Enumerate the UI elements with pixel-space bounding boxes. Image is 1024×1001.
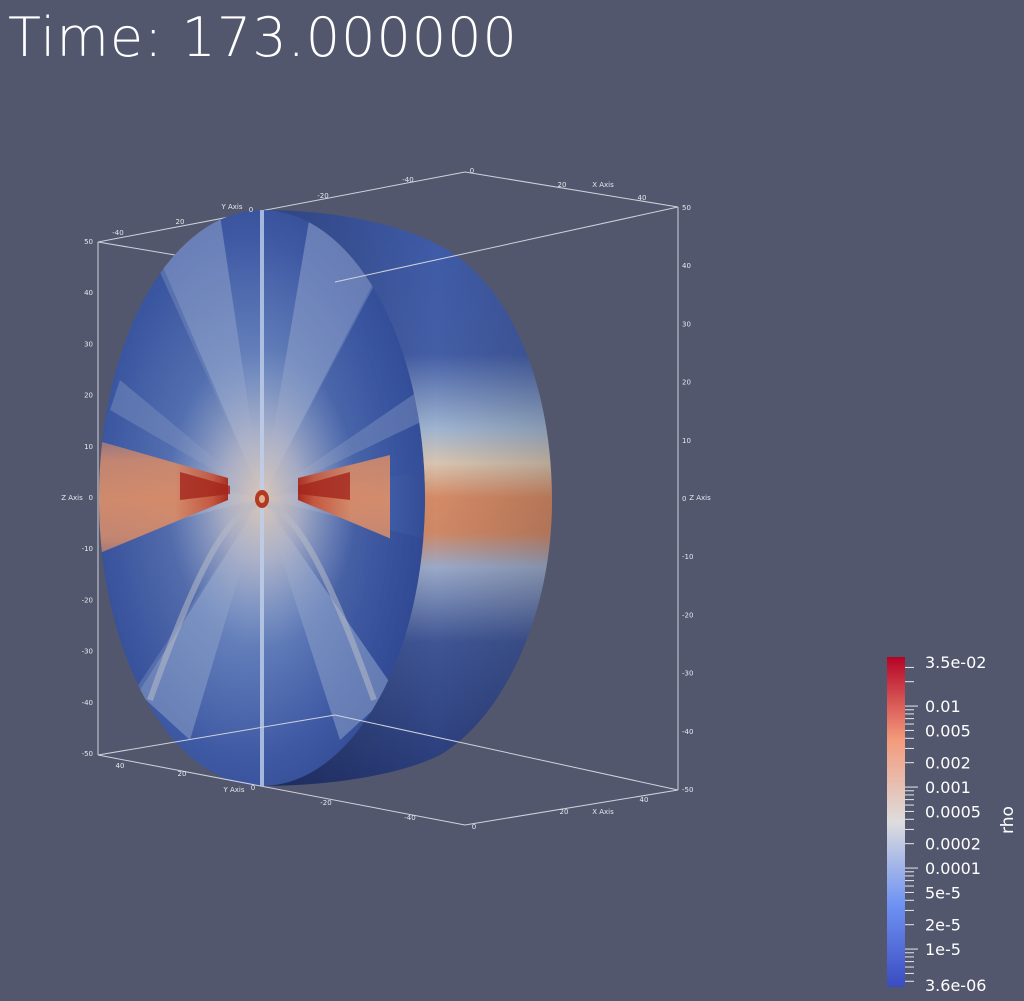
top-tick: 20	[176, 218, 185, 226]
top-tick: 0	[470, 167, 474, 175]
top-tick: 20	[558, 181, 567, 189]
bottom-tick: 0	[472, 823, 476, 831]
y-axis-title: Y Axis	[220, 203, 242, 211]
z-tick-left: 20	[84, 392, 93, 400]
colorbar-label: 2e-5	[925, 916, 961, 935]
colorbar-label: 0.01	[925, 697, 961, 716]
z-tick-right: 50	[682, 204, 691, 212]
z-axis-title-left: Z Axis	[61, 494, 83, 502]
colorbar-label: 0.005	[925, 721, 971, 740]
top-tick: 40	[638, 194, 647, 202]
colorbar-gradient	[887, 657, 905, 987]
bottom-tick: 40	[640, 796, 649, 804]
z-tick-left: -30	[82, 648, 93, 656]
z-tick-right: 0	[682, 495, 686, 503]
colorbar-label: 5e-5	[925, 883, 961, 902]
z-tick-right: -40	[682, 728, 693, 736]
colorbar: 3.5e-02 0.01 0.005 0.002 0.001 0.0005 0.0002 0.…	[887, 653, 1018, 995]
z-tick-right: 10	[682, 437, 691, 445]
bottom-tick: -20	[320, 799, 331, 807]
z-tick-left: 0	[89, 494, 93, 502]
z-axis-title-right: Z Axis	[689, 494, 711, 502]
z-tick-right: 20	[682, 379, 691, 387]
render-viewport[interactable]: 50 40 30 20 10 0 -10 -20 -30 -40 -50 50 40 30 20 10 0 -10…	[0, 0, 1024, 997]
y-axis-title-bottom: Y Axis	[222, 786, 244, 794]
z-tick-left: -40	[82, 699, 93, 707]
colorbar-label: 1e-5	[925, 940, 961, 959]
bottom-tick: 20	[560, 808, 569, 816]
colorbar-title: rho	[998, 806, 1018, 834]
z-tick-right: 40	[682, 262, 691, 270]
time-label: Time: 173.000000	[8, 6, 518, 69]
colorbar-label: 0.0001	[925, 859, 981, 878]
colorbar-minor-ticks	[905, 666, 918, 982]
bottom-tick: 0	[251, 784, 255, 792]
z-tick-left: 50	[84, 238, 93, 246]
top-tick: -40	[402, 176, 413, 184]
z-tick-left: 30	[84, 340, 93, 348]
top-tick: -40	[112, 229, 123, 237]
z-tick-left: 10	[84, 443, 93, 451]
z-tick-left: -50	[82, 750, 93, 758]
z-tick-left: -20	[82, 596, 93, 604]
z-tick-right: -10	[682, 553, 693, 561]
z-tick-right: -30	[682, 670, 693, 678]
bottom-tick: 40	[116, 762, 125, 770]
z-tick-right: 30	[682, 320, 691, 328]
colorbar-label: 0.001	[925, 778, 971, 797]
z-tick-left: -10	[82, 545, 93, 553]
bottom-tick: 20	[178, 770, 187, 778]
x-axis-title-bottom: X Axis	[592, 808, 614, 816]
z-tick-right: -20	[682, 611, 693, 619]
top-tick: -20	[317, 192, 328, 200]
volume-render: 50 40 30 20 10 0 -10 -20 -30 -40 -50 50 40 30 20 10 0 -10…	[61, 167, 1018, 995]
colorbar-label: 3.6e-06	[925, 976, 986, 995]
colorbar-label: 0.0002	[925, 835, 981, 854]
z-tick-left: 40	[84, 289, 93, 297]
colorbar-label: 0.002	[925, 754, 971, 773]
x-axis-title: X Axis	[592, 181, 614, 189]
colorbar-labels: 3.5e-02 0.01 0.005 0.002 0.001 0.0005 0.0002 0.…	[925, 653, 986, 995]
colorbar-label: 3.5e-02	[925, 653, 986, 672]
bottom-tick: -40	[404, 814, 415, 822]
colorbar-label: 0.0005	[925, 802, 981, 821]
z-tick-right: -50	[682, 786, 693, 794]
top-tick: 0	[249, 206, 253, 214]
